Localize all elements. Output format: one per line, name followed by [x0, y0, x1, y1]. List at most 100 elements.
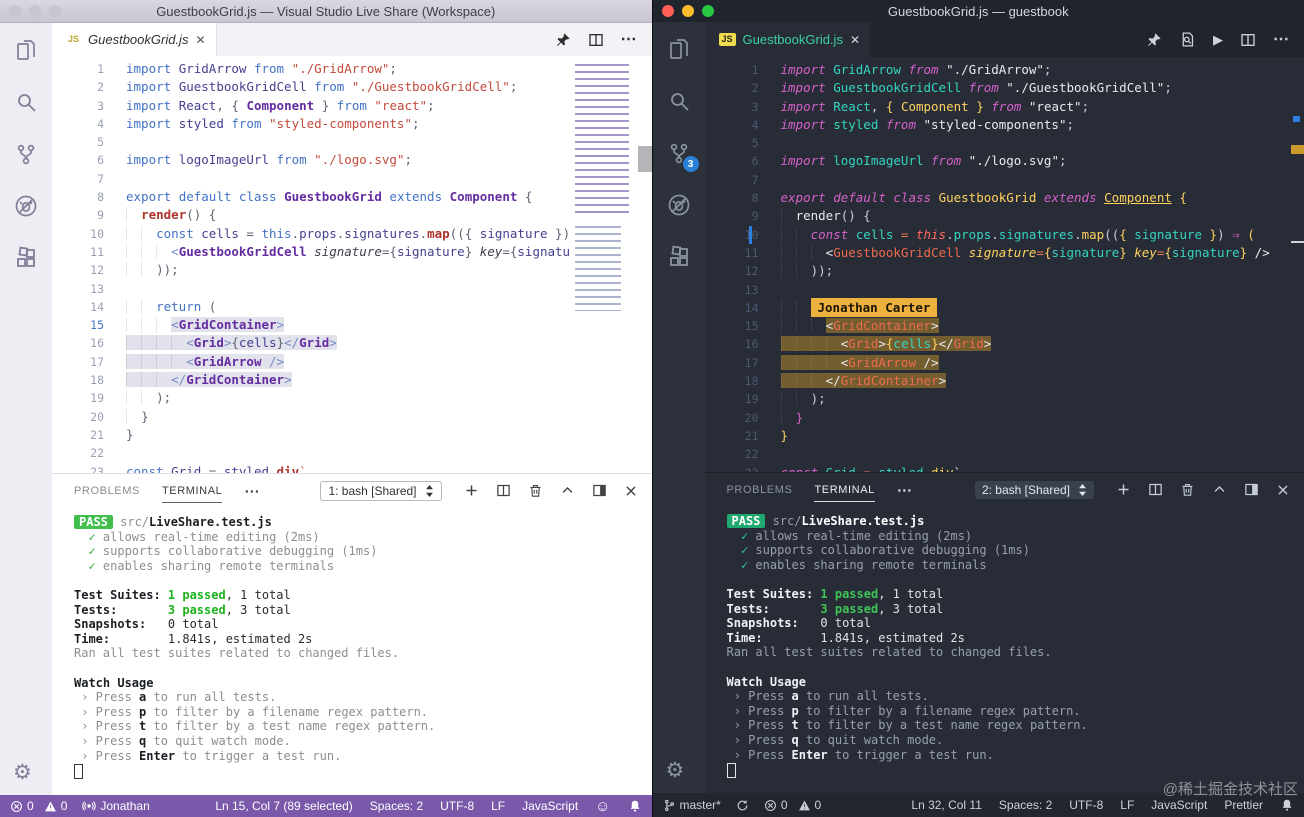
run-code-icon[interactable]: ▶	[1213, 32, 1223, 48]
pin-icon[interactable]	[555, 32, 571, 48]
debug-disabled-icon[interactable]	[666, 192, 692, 218]
error-icon	[764, 799, 777, 812]
code-line: 21}	[52, 426, 652, 444]
select-arrows-icon	[1078, 484, 1087, 496]
problems-status[interactable]: 0 0	[764, 798, 821, 812]
tab-guestbookgrid[interactable]: JS GuestbookGrid.js ✕	[705, 22, 871, 57]
extensions-icon[interactable]	[13, 245, 39, 271]
left-code-editor[interactable]: 1import GridArrow from "./GridArrow";2im…	[52, 56, 652, 473]
manage-gear-icon[interactable]: ⚙	[13, 762, 32, 783]
close-panel-icon[interactable]	[1276, 483, 1290, 497]
panel-tab-problems[interactable]: PROBLEMS	[727, 478, 793, 501]
search-icon[interactable]	[13, 89, 39, 115]
split-terminal-icon[interactable]	[1148, 482, 1163, 497]
feedback-smiley-icon[interactable]: ☺	[595, 798, 610, 815]
tab-close-icon[interactable]: ✕	[850, 33, 860, 47]
zoom-window-icon[interactable]	[49, 5, 61, 17]
minimize-window-icon[interactable]	[29, 5, 41, 17]
right-terminal[interactable]: PASS src/LiveShare.test.js ✓ allows real…	[705, 506, 1304, 793]
collapse-panel-icon[interactable]	[560, 483, 575, 498]
source-control-icon[interactable]: 3	[666, 140, 692, 166]
encoding[interactable]: UTF-8	[1069, 798, 1103, 812]
explorer-icon[interactable]	[13, 37, 39, 63]
terminal-cursor	[74, 764, 83, 779]
explorer-icon[interactable]	[666, 36, 692, 62]
indentation[interactable]: Spaces: 2	[370, 799, 423, 813]
notifications-bell-icon[interactable]	[1280, 798, 1294, 812]
left-panel: PROBLEMS TERMINAL ⋯ 1: bash [Shared]	[52, 473, 652, 795]
close-window-icon[interactable]	[662, 5, 674, 17]
split-terminal-icon[interactable]	[496, 483, 511, 498]
panel-more-icon[interactable]: ⋯	[244, 482, 260, 500]
code-line: 2import GuestbookGridCell from "./Guestb…	[705, 79, 1304, 97]
kill-terminal-icon[interactable]	[1180, 482, 1195, 497]
tab-label: GuestbookGrid.js	[743, 32, 843, 47]
line-number: 17	[52, 353, 120, 371]
collapse-panel-icon[interactable]	[1212, 482, 1227, 497]
line-number: 9	[705, 207, 775, 225]
git-branch[interactable]: master*	[663, 798, 721, 812]
terminal-shell-select[interactable]: 1: bash [Shared]	[320, 481, 441, 501]
line-number: 13	[52, 280, 120, 298]
code-line: 19 );	[705, 390, 1304, 408]
cursor-position[interactable]: Ln 32, Col 11	[911, 798, 982, 812]
eol[interactable]: LF	[491, 799, 505, 813]
code-line: 12 ));	[52, 261, 652, 279]
sync-icon[interactable]	[736, 799, 749, 812]
maximize-panel-icon[interactable]	[592, 483, 607, 498]
right-code-editor[interactable]: 1import GridArrow from "./GridArrow";2im…	[705, 57, 1304, 472]
cursor-position[interactable]: Ln 15, Col 7 (89 selected)	[215, 799, 352, 813]
kill-terminal-icon[interactable]	[528, 483, 543, 498]
panel-tab-terminal[interactable]: TERMINAL	[814, 478, 874, 502]
source-control-icon[interactable]	[13, 141, 39, 167]
encoding[interactable]: UTF-8	[440, 799, 474, 813]
line-number: 1	[52, 60, 120, 78]
language-mode[interactable]: JavaScript	[1151, 798, 1207, 812]
indentation[interactable]: Spaces: 2	[999, 798, 1052, 812]
zoom-window-icon[interactable]	[702, 5, 714, 17]
search-icon[interactable]	[666, 88, 692, 114]
panel-tab-problems[interactable]: PROBLEMS	[74, 479, 140, 502]
pin-icon[interactable]	[1146, 32, 1162, 48]
debug-disabled-icon[interactable]	[13, 193, 39, 219]
tab-guestbookgrid[interactable]: JS GuestbookGrid.js ✕	[52, 23, 217, 56]
line-number: 20	[52, 408, 120, 426]
panel-tab-terminal[interactable]: TERMINAL	[162, 479, 222, 503]
more-actions-icon[interactable]: ⋯	[621, 32, 638, 48]
extensions-icon[interactable]	[666, 244, 692, 270]
line-number: 18	[52, 371, 120, 389]
terminal-line	[727, 660, 1304, 675]
code-line: 20 }	[52, 408, 652, 426]
live-share-participant[interactable]: Jonathan	[82, 799, 149, 813]
tab-close-icon[interactable]: ✕	[195, 33, 205, 47]
minimap[interactable]	[570, 56, 637, 473]
close-panel-icon[interactable]	[624, 484, 638, 498]
split-editor-icon[interactable]	[1240, 32, 1256, 48]
terminal-shell-select[interactable]: 2: bash [Shared]	[975, 481, 1094, 499]
new-terminal-icon[interactable]	[464, 483, 479, 498]
code-line: 6import logoImageUrl from "./logo.svg";	[52, 151, 652, 169]
search-editor-icon[interactable]	[1179, 31, 1196, 48]
line-number: 16	[705, 335, 775, 353]
notifications-bell-icon[interactable]	[628, 799, 642, 813]
left-terminal[interactable]: PASS src/LiveShare.test.js ✓ allows real…	[52, 507, 652, 795]
line-number: 22	[52, 444, 120, 462]
new-terminal-icon[interactable]	[1116, 482, 1131, 497]
formatter[interactable]: Prettier	[1224, 798, 1263, 812]
split-editor-icon[interactable]	[588, 32, 604, 48]
window-title: GuestbookGrid.js — Visual Studio Live Sh…	[156, 4, 495, 19]
language-mode[interactable]: JavaScript	[522, 799, 578, 813]
line-number: 1	[705, 61, 775, 79]
maximize-panel-icon[interactable]	[1244, 482, 1259, 497]
close-window-icon[interactable]	[9, 5, 21, 17]
code-line: 11 <GuestbookGridCell signature={signatu…	[705, 244, 1304, 262]
more-actions-icon[interactable]: ⋯	[1273, 32, 1290, 48]
editor-scrollbar-thumb[interactable]	[638, 146, 652, 172]
code-line: 2import GuestbookGridCell from "./Guestb…	[52, 78, 652, 96]
panel-more-icon[interactable]: ⋯	[897, 481, 913, 499]
minimize-window-icon[interactable]	[682, 5, 694, 17]
problems-status[interactable]: 0 0	[10, 799, 67, 813]
eol[interactable]: LF	[1120, 798, 1134, 812]
line-number: 9	[52, 206, 120, 224]
manage-gear-icon[interactable]: ⚙	[666, 760, 685, 781]
